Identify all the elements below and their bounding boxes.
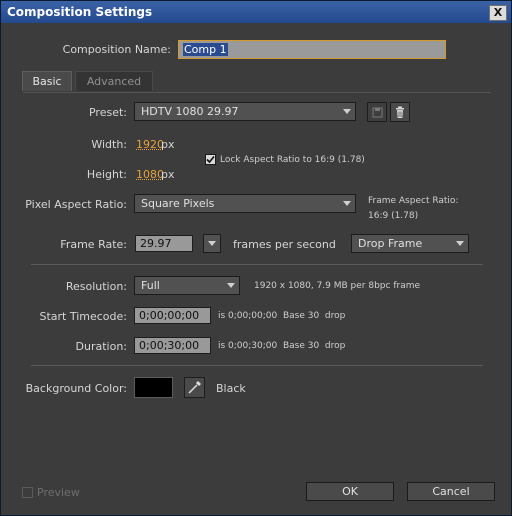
save-preset-button[interactable] xyxy=(367,102,387,122)
save-icon xyxy=(372,107,383,118)
pixel-aspect-dropdown[interactable]: Square Pixels xyxy=(134,194,356,213)
duration-info: is 0;00;30;00 Base 30 drop xyxy=(218,341,346,351)
chevron-down-icon xyxy=(456,241,464,246)
frame-aspect-label: Frame Aspect Ratio: xyxy=(368,196,459,206)
lock-aspect-checkbox[interactable] xyxy=(205,154,216,165)
background-color-swatch[interactable] xyxy=(134,377,173,398)
preset-label: Preset: xyxy=(88,106,127,119)
background-color-label: Background Color: xyxy=(25,382,127,395)
comp-name-label: Composition Name: xyxy=(62,43,171,56)
divider xyxy=(31,365,483,366)
frame-rate-label: Frame Rate: xyxy=(60,238,127,251)
duration-input[interactable]: 0;00;30;00 xyxy=(134,337,211,354)
divider xyxy=(31,264,483,265)
resolution-value: Full xyxy=(141,279,160,292)
lock-aspect-label: Lock Aspect Ratio to 16:9 (1.78) xyxy=(220,155,365,165)
chevron-down-icon xyxy=(208,241,216,246)
height-unit: px xyxy=(161,168,175,181)
cancel-button[interactable]: Cancel xyxy=(407,482,495,501)
start-timecode-label: Start Timecode: xyxy=(39,310,127,323)
trash-icon xyxy=(396,106,404,118)
basic-panel: Preset: HDTV 1080 29.97 Width: 1920 px H… xyxy=(23,92,491,469)
resolution-label: Resolution: xyxy=(65,280,127,293)
drop-frame-dropdown[interactable]: Drop Frame xyxy=(351,234,469,253)
composition-settings-dialog: Composition Settings X Composition Name:… xyxy=(0,0,512,516)
resolution-info: 1920 x 1080, 7.9 MB per 8bpc frame xyxy=(254,281,421,291)
preview-checkbox[interactable] xyxy=(22,487,33,498)
width-value[interactable]: 1920 xyxy=(136,138,164,151)
preview-label: Preview xyxy=(37,486,80,499)
resolution-dropdown[interactable]: Full xyxy=(134,276,240,295)
comp-name-value: Comp 1 xyxy=(183,43,228,56)
drop-frame-value: Drop Frame xyxy=(358,237,423,250)
eyedropper-button[interactable] xyxy=(184,377,205,398)
width-label: Width: xyxy=(91,138,127,151)
frame-aspect-value: 16:9 (1.78) xyxy=(368,211,419,221)
chevron-down-icon xyxy=(343,109,351,114)
start-timecode-input[interactable]: 0;00;00;00 xyxy=(134,307,211,324)
height-value[interactable]: 1080 xyxy=(136,168,164,181)
dialog-title: Composition Settings xyxy=(7,5,153,19)
start-timecode-info: is 0;00;00;00 Base 30 drop xyxy=(218,311,346,321)
frame-rate-unit: frames per second xyxy=(233,238,336,251)
background-color-name: Black xyxy=(216,382,246,395)
preset-value: HDTV 1080 29.97 xyxy=(141,105,239,118)
pixel-aspect-label: Pixel Aspect Ratio: xyxy=(25,198,127,211)
title-bar: Composition Settings X xyxy=(1,1,511,23)
chevron-down-icon xyxy=(227,283,235,288)
comp-name-input[interactable]: Comp 1 xyxy=(178,40,446,59)
tab-basic[interactable]: Basic xyxy=(22,71,72,91)
chevron-down-icon xyxy=(343,201,351,206)
preset-dropdown[interactable]: HDTV 1080 29.97 xyxy=(134,102,356,121)
eyedropper-icon xyxy=(188,381,201,394)
tab-advanced[interactable]: Advanced xyxy=(75,71,153,91)
duration-label: Duration: xyxy=(75,340,127,353)
delete-preset-button[interactable] xyxy=(390,102,410,122)
frame-rate-input[interactable]: 29.97 xyxy=(135,235,193,252)
frame-rate-dropdown[interactable] xyxy=(203,234,221,253)
width-unit: px xyxy=(161,138,175,151)
height-label: Height: xyxy=(86,168,127,181)
pixel-aspect-value: Square Pixels xyxy=(141,197,215,210)
ok-button[interactable]: OK xyxy=(306,482,394,501)
close-button[interactable]: X xyxy=(489,5,507,21)
checkmark-icon xyxy=(206,155,215,164)
